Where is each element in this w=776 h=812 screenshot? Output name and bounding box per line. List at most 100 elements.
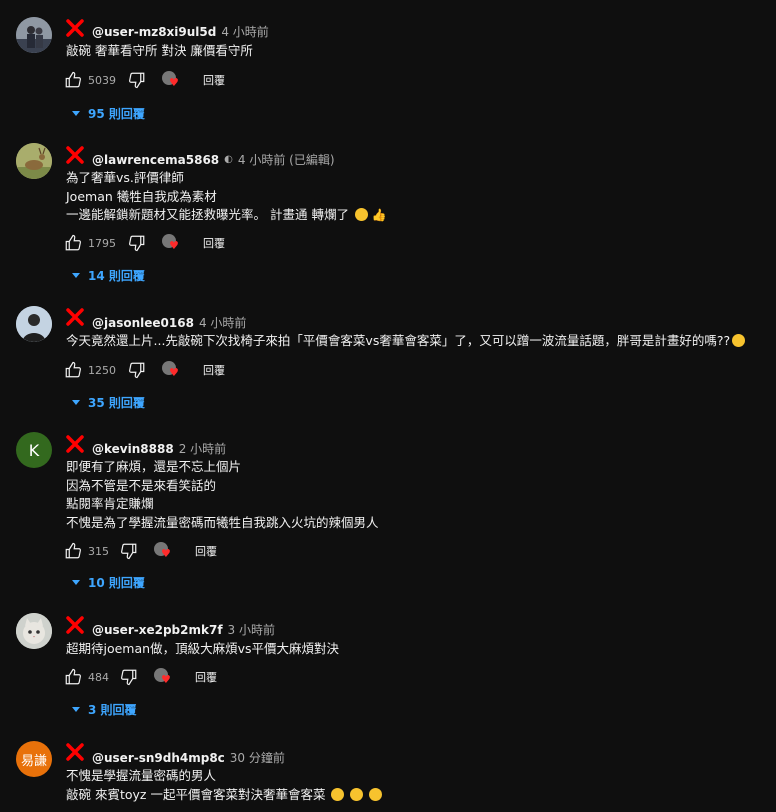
comment-text: 為了奢華vs.評價律師 Joeman 犧牲自我成為素材 一邊能解鎖新題材又能拯救… xyxy=(66,169,387,225)
reply-button[interactable]: 回覆 xyxy=(203,362,225,378)
comment-author[interactable]: @user-xe2pb2mk7f xyxy=(92,623,223,637)
avatar[interactable] xyxy=(16,306,52,342)
comment-author[interactable]: @user-sn9dh4mp8c xyxy=(92,751,225,765)
thumb-down-icon[interactable] xyxy=(128,71,146,89)
laughing-emoji-icon xyxy=(331,787,345,801)
comment-line: 點閱率肯定賺爛 xyxy=(66,496,154,511)
view-replies-button[interactable]: 35 則回覆 xyxy=(72,394,145,411)
thumb-down-icon[interactable] xyxy=(120,668,138,686)
comment-time[interactable]: 4 小時前 xyxy=(221,23,268,40)
comment-line: 為了奢華vs.評價律師 xyxy=(66,170,184,185)
laughing-emoji-icon xyxy=(369,787,383,801)
like-count: 5039 xyxy=(88,73,116,87)
comment-text: 即便有了麻煩，還是不忘上個片 因為不管是不是來看笑話的 點閱率肯定賺爛 不愧是為… xyxy=(66,458,379,532)
view-replies-button[interactable]: 10 則回覆 xyxy=(72,574,145,591)
comment-time[interactable]: 4 小時前 (已編輯) xyxy=(238,151,335,168)
replies-count: 3 則回覆 xyxy=(88,703,137,717)
comment-line-with-emoji: 敲碗 來賓toyz 一起平價會客菜對決奢華會客菜 xyxy=(66,786,383,805)
comment-author[interactable]: @jasonlee0168 xyxy=(92,316,194,330)
person-photo-avatar-icon xyxy=(16,17,52,53)
deer-photo-avatar-icon xyxy=(16,143,52,179)
caret-down-icon xyxy=(72,273,80,278)
caret-down-icon xyxy=(72,400,80,405)
comment-actions: 1250 ♥ 回覆 xyxy=(64,360,225,380)
heart-icon: ♥ xyxy=(169,366,179,379)
comment-author[interactable]: @kevin8888 xyxy=(92,442,174,456)
comment-header: @jasonlee0168 4 小時前 xyxy=(92,314,246,331)
comment-line: 敲碗 來賓toyz 一起平價會客菜對決奢華會客菜 xyxy=(66,786,326,802)
thumb-down-icon[interactable] xyxy=(128,361,146,379)
reply-button[interactable]: 回覆 xyxy=(195,669,217,685)
reply-button[interactable]: 回覆 xyxy=(203,235,225,251)
creator-heart: ♥ xyxy=(154,542,172,560)
comment-actions: 484 ♥ 回覆 xyxy=(64,667,217,687)
comment-line: 一邊能解鎖新題材又能拯救曝光率。 計畫通 轉爛了 xyxy=(66,207,349,222)
comment-header: @user-xe2pb2mk7f 3 小時前 xyxy=(92,621,275,638)
comment-time[interactable]: 4 小時前 xyxy=(199,314,246,331)
comment-line: 不愧是為了學握流量密碼而犧牲自我跳入火坑的辣個男人 xyxy=(66,514,379,530)
comment-author[interactable]: @lawrencema5868 xyxy=(92,153,219,167)
comment-header: @user-sn9dh4mp8c 30 分鐘前 xyxy=(92,749,285,766)
thumb-up-icon[interactable] xyxy=(64,542,82,560)
avatar-letter: 易謙 xyxy=(20,753,47,769)
replies-count: 14 則回覆 xyxy=(88,269,145,283)
thumb-down-icon[interactable] xyxy=(120,542,138,560)
replies-count: 35 則回覆 xyxy=(88,396,145,410)
comment-line-with-emoji: 一邊能解鎖新題材又能拯救曝光率。 計畫通 轉爛了 👍 xyxy=(66,206,387,225)
replies-count: 10 則回覆 xyxy=(88,576,145,590)
creator-heart: ♥ xyxy=(162,71,180,89)
person-sky-avatar-icon xyxy=(16,306,52,342)
view-replies-button[interactable]: 14 則回覆 xyxy=(72,267,145,284)
caret-down-icon xyxy=(72,707,80,712)
comment-text: 超期待joeman做，頂級大麻煩vs平價大麻煩對決 xyxy=(66,640,339,659)
heart-icon: ♥ xyxy=(169,239,179,252)
avatar[interactable]: 易謙 xyxy=(16,741,52,777)
comment-header: @user-mz8xi9ul5d 4 小時前 xyxy=(92,23,269,40)
comment-time[interactable]: 3 小時前 xyxy=(228,621,275,638)
thumb-up-icon[interactable] xyxy=(64,234,82,252)
comment-header: @kevin8888 2 小時前 xyxy=(92,440,226,457)
x-mark-icon xyxy=(66,308,84,326)
thumb-down-icon[interactable] xyxy=(128,234,146,252)
comment-text: 今天竟然還上片...先敲碗下次找椅子來拍「平價會客菜vs奢華會客菜」了，又可以蹭… xyxy=(66,332,746,351)
x-mark-icon xyxy=(66,435,84,453)
thumb-up-icon[interactable] xyxy=(64,668,82,686)
comment-line: 因為不管是不是來看笑話的 xyxy=(66,477,217,493)
comment-time[interactable]: 30 分鐘前 xyxy=(230,749,285,766)
reply-button[interactable]: 回覆 xyxy=(203,72,225,88)
comment-text: 不愧是學握流量密碼的男人 敲碗 來賓toyz 一起平價會客菜對決奢華會客菜 xyxy=(66,767,383,805)
like-count: 1250 xyxy=(88,363,116,377)
comment-line: 超期待joeman做，頂級大麻煩vs平價大麻煩對決 xyxy=(66,641,339,656)
x-mark-icon xyxy=(66,146,84,164)
comment-line: 今天竟然還上片...先敲碗下次找椅子來拍「平價會客菜vs奢華會客菜」了，又可以蹭… xyxy=(66,333,731,348)
avatar[interactable] xyxy=(16,17,52,53)
comment-header: @lawrencema5868 ◐ 4 小時前 (已編輯) xyxy=(92,151,335,168)
x-mark-icon xyxy=(66,19,84,37)
comment-time[interactable]: 2 小時前 xyxy=(179,440,226,457)
avatar[interactable]: K xyxy=(16,432,52,468)
laughing-emoji-icon xyxy=(350,787,364,801)
comment-author[interactable]: @user-mz8xi9ul5d xyxy=(92,25,216,39)
view-replies-button[interactable]: 95 則回覆 xyxy=(72,105,145,122)
replies-count: 95 則回覆 xyxy=(88,107,145,121)
like-count: 484 xyxy=(88,670,109,684)
comment-line-with-emoji: 今天竟然還上片...先敲碗下次找椅子來拍「平價會客菜vs奢華會客菜」了，又可以蹭… xyxy=(66,332,746,351)
creator-heart: ♥ xyxy=(154,668,172,686)
x-mark-icon xyxy=(66,743,84,761)
thumb-up-icon[interactable] xyxy=(64,361,82,379)
avatar[interactable] xyxy=(16,143,52,179)
avatar[interactable] xyxy=(16,613,52,649)
caret-down-icon xyxy=(72,580,80,585)
comment-line: 敲碗 奢華看守所 對決 廉價看守所 xyxy=(66,43,253,58)
reply-button[interactable]: 回覆 xyxy=(195,543,217,559)
comment-actions: 5039 ♥ 回覆 xyxy=(64,70,225,90)
pinned-icon: ◐ xyxy=(224,154,233,165)
heart-icon: ♥ xyxy=(169,76,179,89)
smiling-face-emoji-icon xyxy=(732,334,746,347)
cat-photo-avatar-icon xyxy=(16,613,52,649)
view-replies-button[interactable]: 3 則回覆 xyxy=(72,701,137,718)
creator-heart: ♥ xyxy=(162,361,180,379)
thumb-up-icon[interactable] xyxy=(64,71,82,89)
comment-line: 不愧是學握流量密碼的男人 xyxy=(66,768,217,783)
x-mark-icon xyxy=(66,616,84,634)
